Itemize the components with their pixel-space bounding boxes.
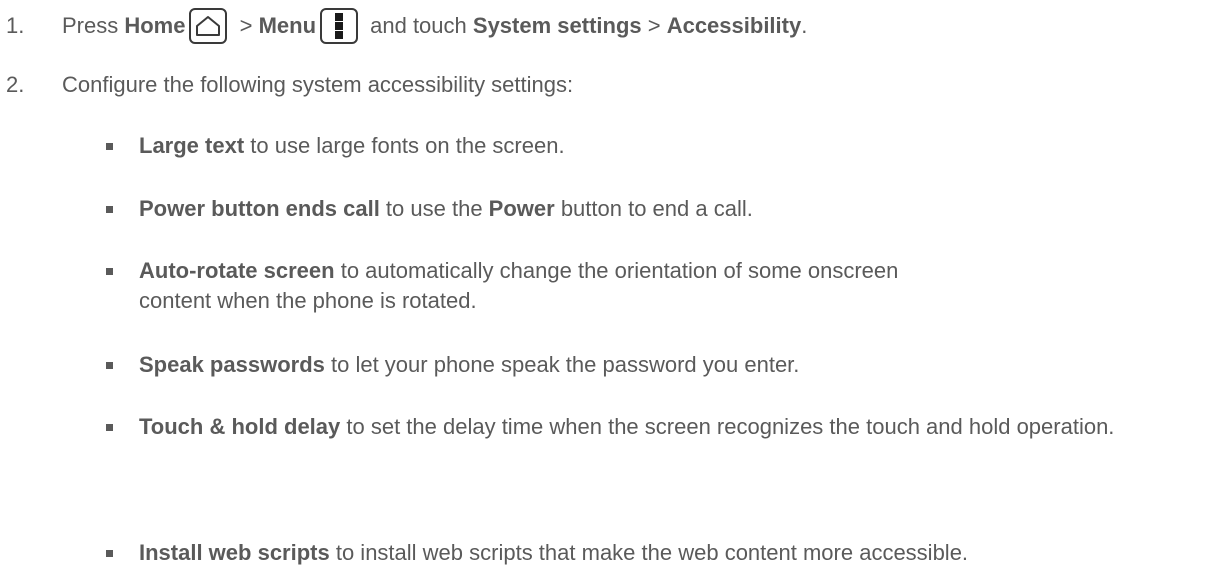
option-name: Speak passwords	[139, 352, 325, 377]
menu-icon	[335, 13, 344, 39]
step-2: 2. Configure the following system access…	[0, 71, 573, 99]
step-number: 1.	[6, 13, 25, 38]
power-label: Power	[488, 196, 555, 221]
list-item-power-button-ends-call: Power button ends call to use the Power …	[106, 194, 1216, 224]
home-icon	[196, 16, 221, 36]
option-name: Auto-rotate screen	[139, 258, 335, 283]
list-item-auto-rotate-screen: Auto-rotate screen to automatically chan…	[106, 256, 906, 316]
option-description: to use the	[379, 196, 489, 221]
option-description: to set the delay time when the screen re…	[340, 414, 1115, 439]
system-settings-label: System settings	[472, 13, 642, 38]
separator: >	[641, 13, 667, 38]
step-number: 2.	[6, 72, 25, 97]
bullet-icon	[106, 143, 113, 150]
menu-key-icon	[320, 8, 359, 44]
bullet-icon	[106, 362, 113, 369]
step-1-text-2: and touch	[364, 13, 473, 38]
menu-label: Menu	[258, 13, 317, 38]
list-item-large-text: Large text to use large fonts on the scr…	[106, 131, 1216, 161]
bullet-icon	[106, 268, 113, 275]
option-description: to let your phone speak the password you…	[324, 352, 800, 377]
home-key-icon	[189, 8, 228, 44]
option-name: Power button ends call	[139, 196, 380, 221]
list-item-touch-hold-delay: Touch & hold delay to set the delay time…	[106, 412, 1206, 442]
list-item-speak-passwords: Speak passwords to let your phone speak …	[106, 350, 1216, 380]
accessibility-label: Accessibility	[666, 13, 802, 38]
bullet-icon	[106, 424, 113, 431]
home-label: Home	[124, 13, 186, 38]
period: .	[801, 13, 808, 38]
option-name: Install web scripts	[139, 540, 330, 565]
step-1: 1. Press Home > Menu and touch System se…	[0, 8, 807, 44]
separator: >	[233, 13, 259, 38]
list-item-install-web-scripts: Install web scripts to install web scrip…	[106, 538, 1216, 568]
option-description: to install web scripts that make the web…	[329, 540, 969, 565]
step-2-text: Configure the following system accessibi…	[62, 72, 574, 97]
option-name: Touch & hold delay	[139, 414, 341, 439]
bullet-icon	[106, 550, 113, 557]
option-description: to use large fonts on the screen.	[244, 133, 565, 158]
step-1-text: Press	[62, 13, 125, 38]
option-description-end: button to end a call.	[554, 196, 753, 221]
bullet-icon	[106, 206, 113, 213]
option-name: Large text	[139, 133, 245, 158]
